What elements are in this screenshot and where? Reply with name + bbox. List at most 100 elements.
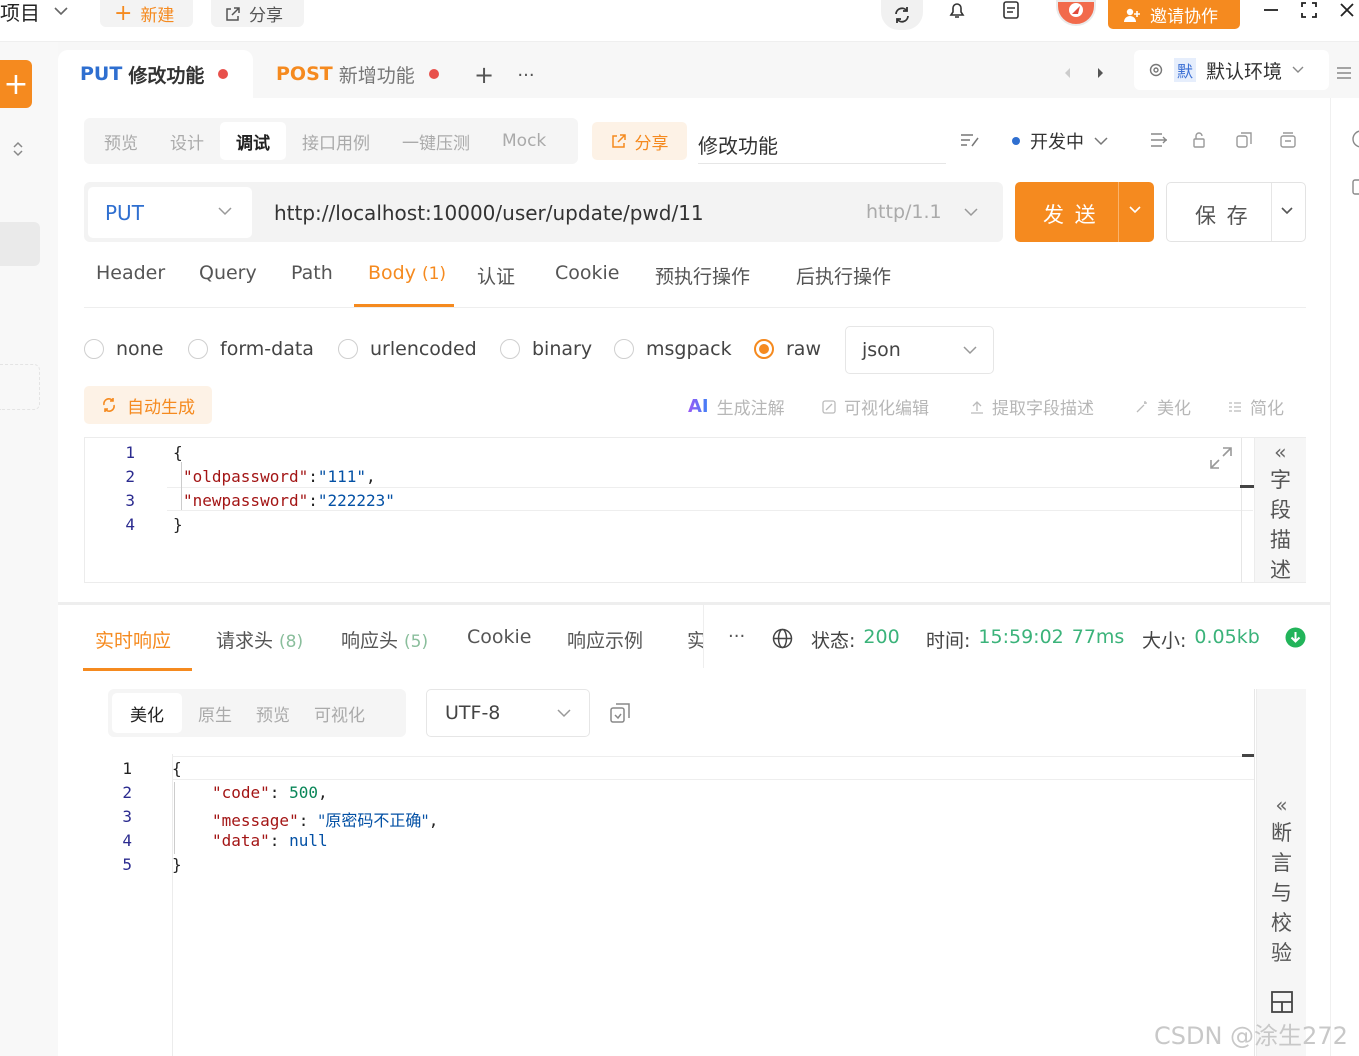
tab-preview[interactable]: 预览: [88, 122, 154, 160]
more-tabs-button[interactable]: ···: [514, 60, 538, 90]
auto-generate-button[interactable]: 自动生成: [84, 386, 212, 424]
chevron-down-icon[interactable]: [1281, 207, 1293, 216]
radio-msgpack[interactable]: msgpack: [614, 338, 732, 360]
tab-design[interactable]: 设计: [154, 122, 220, 160]
protocol-select[interactable]: http/1.1: [866, 201, 978, 223]
share-top-button[interactable]: 分享: [211, 0, 304, 27]
tab-post-script[interactable]: 后执行操作: [796, 262, 891, 289]
url-value: http://localhost:10000/user/update/pwd/1…: [274, 201, 704, 225]
notification-button[interactable]: [944, 0, 970, 20]
tab-truncated[interactable]: 实: [687, 626, 704, 653]
code-line: {: [173, 443, 183, 462]
tab-request-headers[interactable]: 请求头 (8): [216, 626, 303, 653]
radio-checked-icon: [754, 339, 774, 359]
tab-body[interactable]: Body (1): [368, 262, 446, 284]
tab-path[interactable]: Path: [291, 262, 333, 284]
active-tab-indicator: [354, 304, 454, 307]
tree-item-placeholder[interactable]: [0, 364, 40, 410]
maximize-button[interactable]: [1298, 0, 1320, 20]
scroll-right-button[interactable]: [1092, 62, 1110, 84]
info-icon[interactable]: [1351, 130, 1359, 148]
minimize-button[interactable]: [1260, 0, 1282, 20]
tab-realtime-response[interactable]: 实时响应: [95, 626, 171, 653]
invite-button[interactable]: 邀请协作: [1108, 0, 1240, 29]
extract-desc-button[interactable]: 提取字段描述: [970, 394, 1094, 419]
beautify-button[interactable]: 美化: [1135, 394, 1191, 419]
json-value: "222223": [317, 491, 395, 510]
maximize-icon: [1301, 2, 1317, 18]
tab-auth[interactable]: 认证: [477, 262, 515, 289]
view-preview[interactable]: 预览: [248, 693, 298, 733]
generate-comment-button[interactable]: AI 生成注解: [688, 394, 785, 419]
tab-test-cases[interactable]: 接口用例: [286, 122, 386, 160]
tab-stress-test[interactable]: 一键压测: [386, 122, 486, 160]
docs-button[interactable]: [998, 0, 1024, 20]
code-icon[interactable]: [1351, 178, 1359, 196]
radio-raw[interactable]: raw: [754, 338, 821, 360]
visual-edit-button[interactable]: 可视化编辑: [822, 394, 929, 419]
view-beautify[interactable]: 美化: [112, 693, 182, 733]
tab-response-cookie[interactable]: Cookie: [467, 626, 532, 648]
expand-collapse-button[interactable]: [8, 138, 28, 160]
status-select[interactable]: 开发中: [1012, 128, 1108, 154]
chevron-down-icon[interactable]: [1129, 206, 1141, 215]
download-icon[interactable]: [1285, 627, 1306, 648]
lock-icon[interactable]: [1192, 132, 1206, 148]
sync-button[interactable]: [881, 0, 923, 30]
more-icon[interactable]: ···: [728, 626, 745, 647]
response-body-viewer[interactable]: 1 2 3 4 5 { "code": 500, "message": "原密码…: [84, 754, 1254, 1056]
tab-response-headers[interactable]: 响应头 (5): [341, 626, 428, 653]
new-tab-button[interactable]: +: [472, 60, 496, 90]
tab-name: 修改功能: [128, 64, 205, 87]
url-input[interactable]: http://localhost:10000/user/update/pwd/1…: [274, 201, 704, 225]
save-button[interactable]: 保 存: [1166, 182, 1306, 242]
method-select[interactable]: PUT: [88, 187, 252, 238]
tab-cookie[interactable]: Cookie: [555, 262, 620, 284]
viewer-scrollbar[interactable]: [1254, 689, 1255, 1056]
panel-splitter[interactable]: [58, 602, 1330, 605]
encoding-select[interactable]: UTF-8: [426, 689, 590, 737]
tab-put-modify[interactable]: PUT 修改功能: [58, 50, 253, 98]
json-key: "newpassword": [183, 491, 309, 510]
copy-icon[interactable]: [1236, 132, 1252, 148]
view-raw[interactable]: 原生: [182, 693, 248, 733]
assertion-panel[interactable]: « 断 言 与 校 验: [1256, 689, 1306, 1056]
close-button[interactable]: [1336, 0, 1358, 20]
request-body-editor[interactable]: 1 2 3 4 { "oldpassword":"111", "newpassw…: [84, 437, 1306, 583]
simplify-button[interactable]: 简化: [1228, 394, 1284, 419]
new-button[interactable]: + 新建: [100, 0, 193, 27]
environment-select[interactable]: 默 默认环境: [1134, 50, 1329, 90]
project-menu[interactable]: 项目: [0, 0, 68, 25]
field-description-panel[interactable]: « 字 段 描 述: [1254, 438, 1306, 582]
radio-none[interactable]: none: [84, 338, 163, 360]
radio-form-data[interactable]: form-data: [188, 338, 314, 360]
right-rail: [1330, 98, 1359, 1056]
layout-grid-icon[interactable]: [1270, 991, 1293, 1013]
avatar[interactable]: [1056, 0, 1096, 26]
raw-format-select[interactable]: json: [845, 326, 994, 374]
tree-item-selected[interactable]: [0, 222, 40, 266]
tab-pre-script[interactable]: 预执行操作: [655, 262, 750, 289]
panel-label-char: 描: [1270, 528, 1291, 552]
tab-header[interactable]: Header: [96, 262, 165, 284]
radio-binary[interactable]: binary: [500, 338, 592, 360]
tab-query[interactable]: Query: [199, 262, 257, 284]
edit-lines-icon[interactable]: [960, 132, 980, 148]
view-visual[interactable]: 可视化: [298, 693, 381, 733]
tab-post-add[interactable]: POST 新增功能: [254, 50, 464, 98]
add-button[interactable]: +: [0, 60, 32, 108]
editor-scrollbar[interactable]: [1241, 438, 1242, 582]
outline-icon[interactable]: [1150, 132, 1168, 148]
api-name-input[interactable]: 修改功能: [698, 126, 946, 164]
tab-debug[interactable]: 调试: [220, 122, 286, 160]
share-button[interactable]: 分享: [592, 122, 687, 160]
tab-response-example[interactable]: 响应示例: [567, 626, 643, 653]
expand-icon[interactable]: [1209, 446, 1233, 470]
copy-icon[interactable]: [610, 703, 630, 723]
radio-urlencoded[interactable]: urlencoded: [338, 338, 477, 360]
tab-mock[interactable]: Mock: [486, 122, 562, 160]
archive-icon[interactable]: [1280, 132, 1296, 148]
send-button[interactable]: 发 送: [1015, 182, 1154, 242]
menu-button[interactable]: [1334, 62, 1354, 84]
scroll-left-button[interactable]: [1058, 62, 1076, 84]
